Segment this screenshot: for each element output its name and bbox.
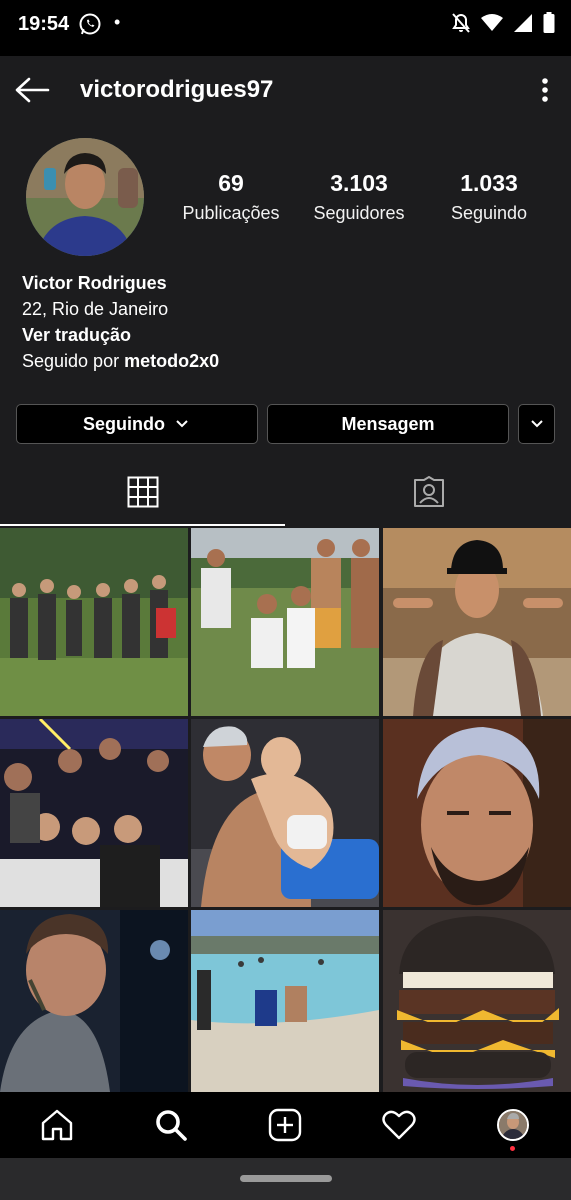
posts-grid xyxy=(0,528,571,1092)
notification-dot: • xyxy=(114,12,121,32)
home-icon xyxy=(41,1109,73,1141)
tab-grid[interactable] xyxy=(0,458,285,526)
status-time: 19:54 xyxy=(18,13,70,35)
stat-posts-value: 69 xyxy=(218,170,244,196)
following-button[interactable]: Seguindo xyxy=(16,404,258,444)
followed-by-prefix: Seguido por xyxy=(22,351,125,371)
bottom-nav xyxy=(0,1092,571,1158)
post-beach-shore[interactable] xyxy=(191,910,379,1092)
battery-icon xyxy=(543,12,555,33)
stat-followers-value: 3.103 xyxy=(330,170,388,196)
followed-by-user[interactable]: metodo2x0 xyxy=(124,351,219,371)
profile-notification-dot xyxy=(510,1146,515,1151)
stat-following[interactable]: 1.033 Seguindo xyxy=(424,170,554,224)
message-button-label: Mensagem xyxy=(341,413,435,434)
stat-following-value: 1.033 xyxy=(460,170,518,196)
more-options-icon[interactable] xyxy=(532,74,558,106)
post-burger[interactable] xyxy=(383,910,571,1092)
top-bar: victorodrigues97 xyxy=(0,56,571,124)
message-button[interactable]: Mensagem xyxy=(267,404,509,444)
whatsapp-icon xyxy=(79,13,101,35)
post-group-photo-outdoors[interactable] xyxy=(0,528,188,716)
home-gesture-handle[interactable] xyxy=(240,1175,332,1182)
bio: Victor Rodrigues 22, Rio de Janeiro Ver … xyxy=(22,270,219,374)
active-tab-indicator xyxy=(0,524,285,526)
nav-profile[interactable] xyxy=(456,1092,570,1158)
post-man-cap-pointing[interactable] xyxy=(383,528,571,716)
gesture-bar xyxy=(0,1158,571,1200)
nav-add[interactable] xyxy=(228,1092,342,1158)
profile-avatar-small xyxy=(497,1109,529,1141)
grid-icon xyxy=(127,476,158,508)
post-man-with-baby[interactable] xyxy=(191,719,379,907)
heart-icon xyxy=(382,1110,416,1140)
nav-activity[interactable] xyxy=(342,1092,456,1158)
signal-icon xyxy=(514,14,532,32)
stat-followers[interactable]: 3.103 Seguidores xyxy=(294,170,424,224)
status-icons xyxy=(451,12,555,34)
nav-search[interactable] xyxy=(114,1092,228,1158)
profile-full-name: Victor Rodrigues xyxy=(22,273,167,293)
stat-followers-label: Seguidores xyxy=(313,203,405,223)
back-arrow-icon[interactable] xyxy=(14,73,50,107)
search-icon xyxy=(156,1110,187,1141)
chevron-down-icon xyxy=(176,420,188,428)
see-translation-link[interactable]: Ver tradução xyxy=(22,322,219,348)
profile-tabs xyxy=(0,458,571,526)
stat-posts-label: Publicações xyxy=(182,203,280,223)
following-button-label: Seguindo xyxy=(83,413,165,434)
post-party-group[interactable] xyxy=(0,719,188,907)
suggested-accounts-button[interactable] xyxy=(518,404,555,444)
post-man-smiling-profile[interactable] xyxy=(0,910,188,1092)
mute-bell-icon xyxy=(452,13,470,33)
wifi-icon xyxy=(481,14,503,31)
stat-posts[interactable]: 69 Publicações xyxy=(166,170,296,224)
status-bar: 19:54 • xyxy=(0,0,571,56)
stat-following-label: Seguindo xyxy=(450,203,528,223)
nav-home[interactable] xyxy=(0,1092,114,1158)
profile-avatar[interactable] xyxy=(26,138,144,256)
profile-screen: victorodrigues97 69 Publicações 3.103 Se… xyxy=(0,56,571,1092)
followed-by[interactable]: Seguido por metodo2x0 xyxy=(22,348,219,374)
profile-username: victorodrigues97 xyxy=(80,76,274,103)
post-man-closeup-beard[interactable] xyxy=(383,719,571,907)
chevron-down-icon xyxy=(530,420,543,428)
tagged-icon xyxy=(413,476,444,507)
post-group-photo-beach[interactable] xyxy=(191,528,379,716)
tab-tagged[interactable] xyxy=(286,458,571,526)
bio-text: 22, Rio de Janeiro xyxy=(22,299,169,319)
add-icon xyxy=(268,1108,302,1142)
